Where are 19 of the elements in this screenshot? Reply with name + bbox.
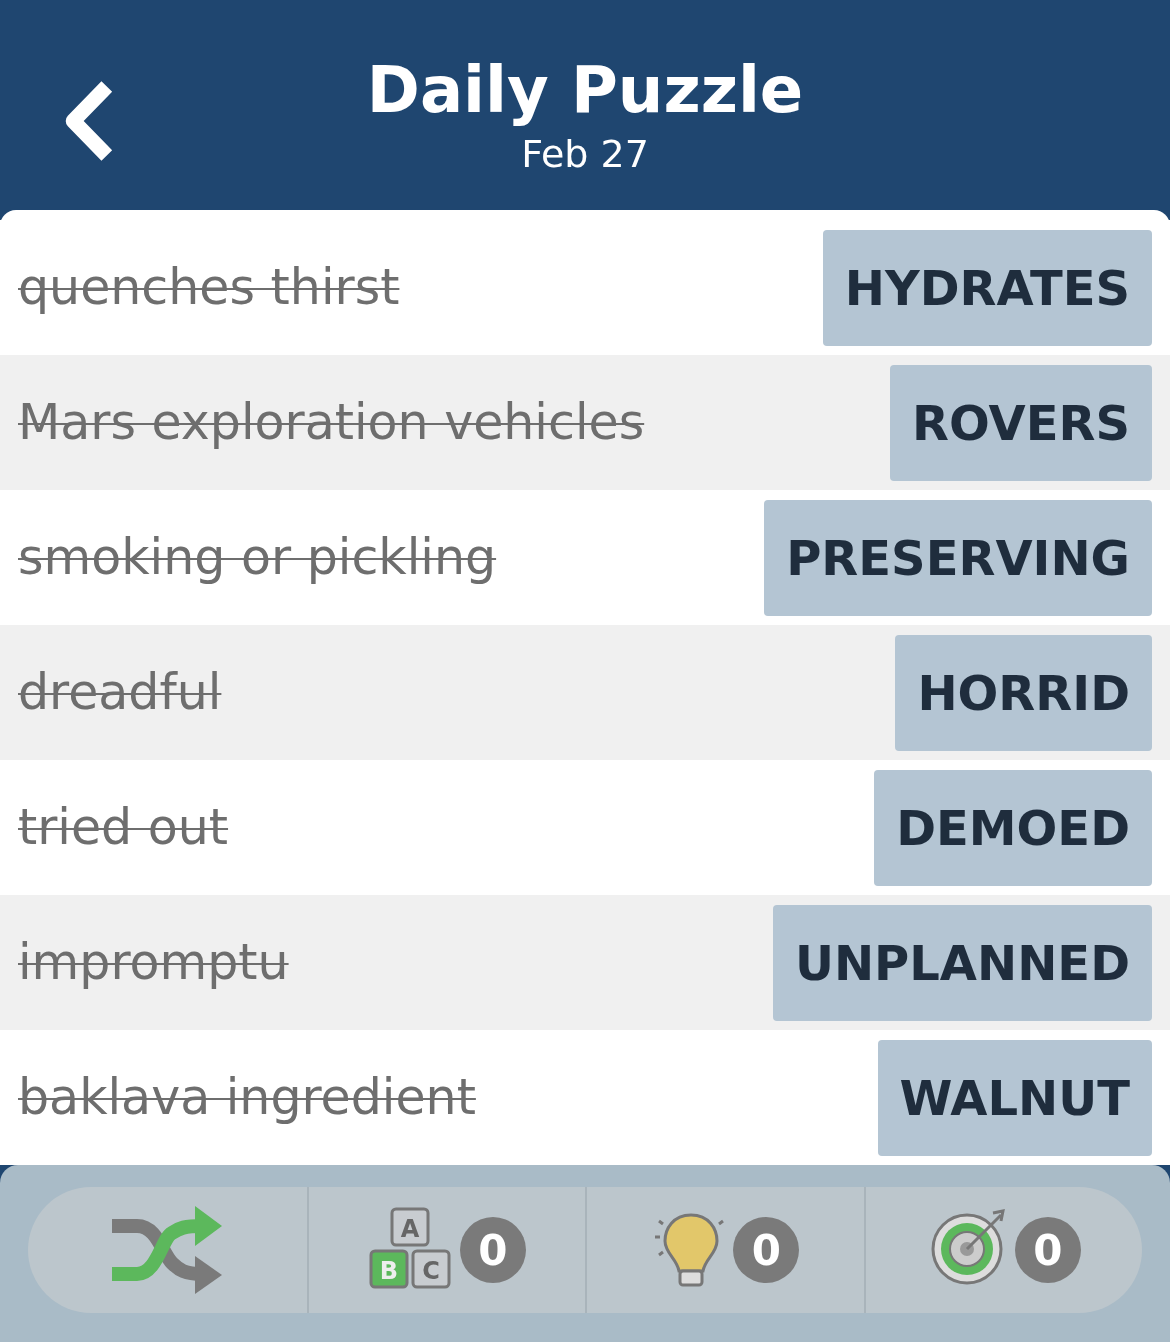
clue-text: dreadful	[18, 664, 222, 721]
clue-text: impromptu	[18, 934, 289, 991]
clue-text: smoking or pickling	[18, 529, 497, 586]
clue-text: quenches thirst	[18, 259, 400, 316]
answer-tile[interactable]: PRESERVING	[764, 499, 1152, 616]
clue-text: baklava ingredient	[18, 1069, 476, 1126]
clue-text: tried out	[18, 799, 229, 856]
date-subtitle: Feb 27	[521, 131, 649, 178]
answer-tile[interactable]: UNPLANNED	[772, 904, 1152, 1021]
page-title: Daily Puzzle	[366, 54, 804, 126]
answer-tile[interactable]: HORRID	[895, 634, 1152, 751]
answer-tile[interactable]: ROVERS	[890, 364, 1152, 481]
count-badge: 0	[459, 1217, 526, 1283]
count-badge: 0	[733, 1217, 800, 1283]
clue-text: Mars exploration vehicles	[18, 394, 645, 451]
count-badge: 0	[1014, 1217, 1081, 1283]
answer-tile[interactable]: HYDRATES	[822, 229, 1152, 346]
answer-tile[interactable]: DEMOED	[874, 769, 1152, 886]
answer-tile[interactable]: WALNUT	[877, 1039, 1152, 1156]
